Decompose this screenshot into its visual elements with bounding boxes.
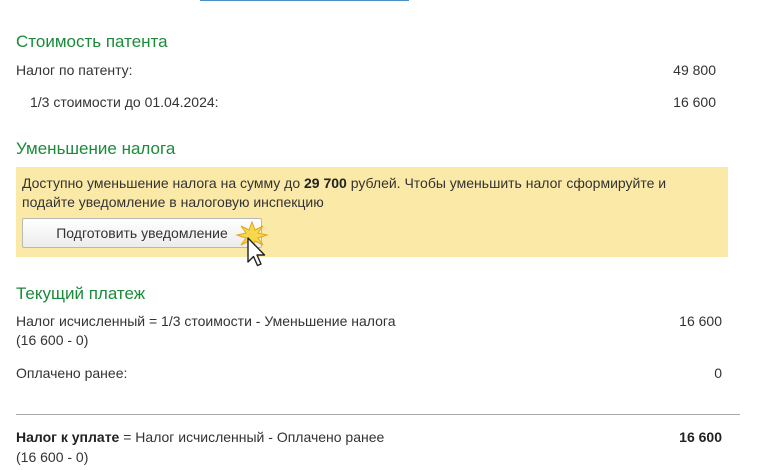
calculated-tax-value: 16 600 bbox=[679, 313, 722, 329]
tax-to-pay-label-rest: = Налог исчисленный - Оплачено ранее bbox=[119, 429, 385, 445]
patent-tax-value: 49 800 bbox=[673, 62, 716, 78]
tax-to-pay-label: Налог к уплате = Налог исчисленный - Опл… bbox=[16, 428, 384, 446]
paid-earlier-value: 0 bbox=[714, 365, 722, 381]
reduction-title: Уменьшение налога bbox=[16, 139, 176, 158]
reduction-banner: Доступно уменьшение налога на сумму до 2… bbox=[16, 167, 728, 257]
patent-third-label: 1/3 стоимости до 01.04.2024: bbox=[30, 94, 219, 110]
reduction-amount: 29 700 bbox=[304, 175, 347, 191]
reduction-text-before: Доступно уменьшение налога на сумму до bbox=[22, 175, 305, 191]
mouse-pointer-click-icon bbox=[236, 220, 269, 267]
top-link-underline bbox=[200, 0, 409, 1]
tax-to-pay-label-bold: Налог к уплате bbox=[16, 429, 120, 445]
calculated-tax-formula: (16 600 - 0) bbox=[16, 332, 89, 348]
reduction-message: Доступно уменьшение налога на сумму до 2… bbox=[22, 174, 722, 212]
patent-tax-label: Налог по патенту: bbox=[16, 62, 133, 78]
prepare-notification-button[interactable]: Подготовить уведомление bbox=[22, 218, 262, 248]
patent-cost-title: Стоимость патента bbox=[16, 32, 168, 51]
tax-to-pay-formula: (16 600 - 0) bbox=[16, 449, 89, 465]
current-payment-title: Текущий платеж bbox=[16, 284, 146, 303]
paid-earlier-label: Оплачено ранее: bbox=[16, 365, 128, 381]
summary-divider bbox=[16, 414, 740, 415]
tax-to-pay-value: 16 600 bbox=[679, 429, 722, 445]
calculated-tax-label: Налог исчисленный = 1/3 стоимости - Умен… bbox=[16, 313, 396, 329]
patent-third-value: 16 600 bbox=[673, 94, 716, 110]
